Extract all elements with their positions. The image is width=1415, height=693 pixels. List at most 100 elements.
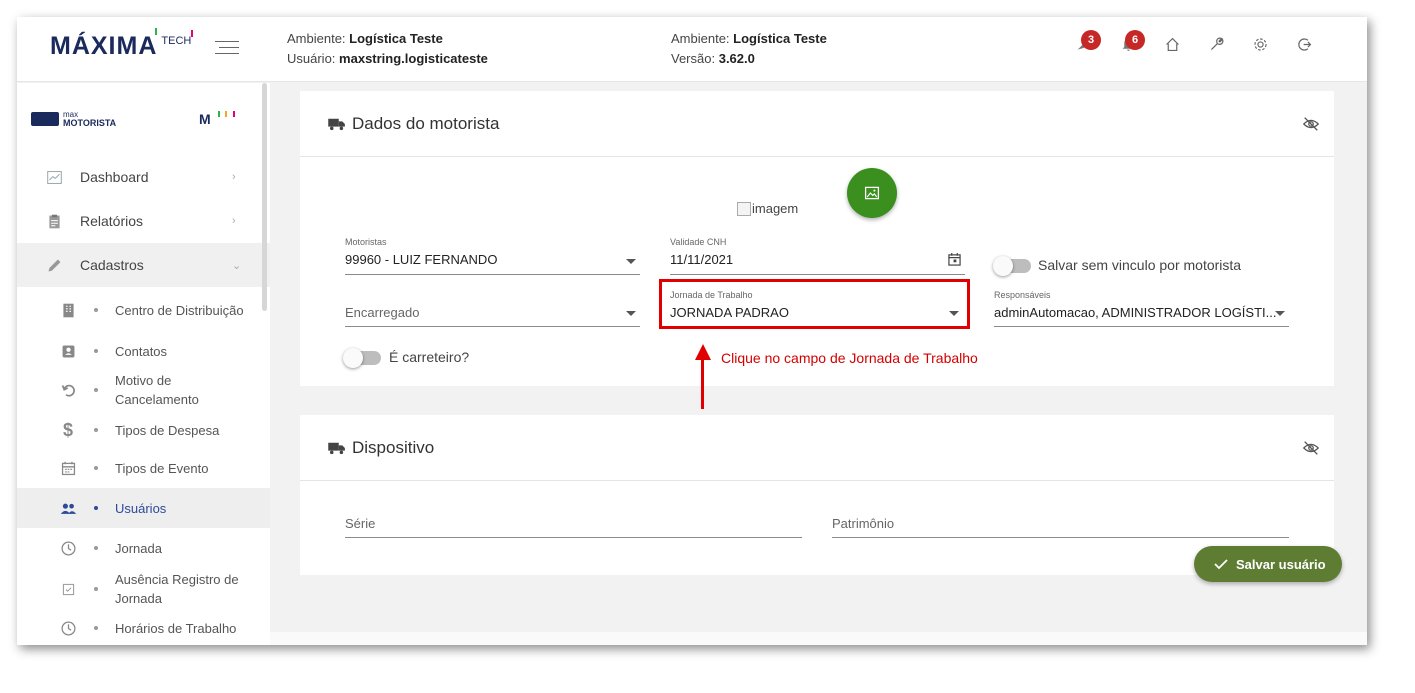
top-icons: 3 6 [1073,30,1315,57]
pencil-icon [45,256,63,274]
gear-icon[interactable] [1249,31,1271,57]
sidebar-m-logo: M [199,111,236,127]
logo-bar-pink [191,30,194,37]
annotation-highlight-box [659,279,970,329]
contact-icon [59,342,77,360]
sidebar-subitem-label: Usuários [115,500,167,516]
image-icon [864,186,880,200]
logo-tech-label: TECH [161,35,192,47]
driver-card-header: Dados do motorista [300,91,1334,157]
top-bar: MÁXIMA TECH Ambiente: Logística Teste Us… [17,17,1367,82]
bell-icon[interactable]: 6 [1117,30,1145,57]
ambiente-value: Logística Teste [349,31,443,46]
bullet-dot [94,466,98,470]
logout-icon[interactable] [1293,31,1315,57]
clock-icon [59,619,77,637]
driver-card-title: Dados do motorista [352,114,500,133]
sidebar-subitem-horarios-trabalho[interactable]: Horários de Trabalho [17,611,270,645]
encarregado-select[interactable]: Encarregado [345,305,419,320]
dropdown-caret-icon[interactable] [626,311,636,316]
users-icon [59,499,77,517]
save-user-label: Salvar usuário [1236,556,1326,572]
max-motorista-logo: max MOTORISTA [31,110,116,128]
motoristas-select[interactable]: 99960 - LUIZ FERNANDO [345,252,497,267]
brand-text: max MOTORISTA [63,110,116,128]
clock-icon [59,539,77,557]
serie-input[interactable]: Série [345,516,375,531]
bullet-dot [94,388,98,392]
sidebar-item-label: Cadastros [80,257,144,273]
sidebar-subitem-centro-distribuicao[interactable]: Centro de Distribuição [17,289,270,331]
home-icon[interactable] [1161,31,1183,57]
sidebar-item-dashboard[interactable]: Dashboard › [17,155,270,199]
ambiente-line: Ambiente: Logística Teste [671,29,827,49]
wrench-icon[interactable] [1205,31,1227,57]
sidebar-subitem-tipos-despesa[interactable]: $ Tipos de Despesa [17,413,270,447]
logo-text: MÁXIMA [50,32,158,60]
sidebar: max MOTORISTA M Dashboard › Relatórios › [17,83,270,645]
salvar-sem-vinculo-toggle[interactable] [993,256,1031,276]
environment-info-left: Ambiente: Logística Teste Usuário: maxst… [287,29,488,69]
sidebar-scrollbar[interactable] [262,83,267,311]
patrimonio-input[interactable]: Patrimônio [832,516,894,531]
notification-badge: 6 [1125,30,1145,50]
sidebar-subitem-usuarios[interactable]: Usuários [17,488,270,528]
bullet-dot [94,308,98,312]
sidebar-item-cadastros[interactable]: Cadastros ⌄ [17,243,270,287]
dollar-icon: $ [62,419,73,440]
sidebar-subitem-tipos-evento[interactable]: Tipos de Evento [17,451,270,485]
sidebar-item-label: Relatórios [80,213,144,229]
eye-off-icon[interactable] [1302,439,1320,457]
usuario-line: Usuário: maxstring.logisticateste [287,49,488,69]
ambiente-line: Ambiente: Logística Teste [287,29,488,49]
carreteiro-label: É carreteiro? [389,349,470,365]
carreteiro-toggle[interactable] [343,348,381,368]
menu-toggle-icon[interactable] [215,41,239,59]
chevron-right-icon: › [232,215,236,227]
photo-upload-button[interactable] [847,168,897,218]
ambiente-label: Ambiente: [287,31,346,46]
driver-photo: imagem [737,201,798,216]
annotation-text: Clique no campo de Jornada de Trabalho [721,350,978,366]
sidebar-subitem-label: Tipos de Despesa [115,422,220,438]
environment-info-right: Ambiente: Logística Teste Versão: 3.62.0 [671,29,827,69]
bullet-dot [94,428,98,432]
save-user-button[interactable]: Salvar usuário [1194,546,1342,582]
field-underline [832,537,1289,538]
dropdown-caret-icon[interactable] [1275,311,1285,316]
field-underline [994,326,1289,327]
crow-icon[interactable]: 3 [1073,30,1101,57]
sidebar-subitem-motivo-cancelamento[interactable]: Motivo de Cancelamento [17,369,270,411]
sidebar-subitem-label: Jornada [115,540,162,556]
chart-icon [45,168,63,186]
field-underline [345,326,640,327]
logo-bar-pink [233,111,236,117]
eye-off-icon[interactable] [1302,115,1320,133]
sidebar-subitem-label: Tipos de Evento [115,460,209,476]
bullet-dot [94,506,98,510]
sidebar-subitem-contatos[interactable]: Contatos [17,335,270,367]
sidebar-subitem-jornada[interactable]: Jornada [17,531,270,565]
chevron-down-icon: ⌄ [232,259,242,272]
motoristas-label: Motoristas [345,237,387,247]
sidebar-subitem-ausencia-registro[interactable]: Ausência Registro de Jornada [17,568,270,610]
bullet-dot [94,626,98,630]
sidebar-item-relatorios[interactable]: Relatórios › [17,199,270,243]
dropdown-caret-icon[interactable] [626,259,636,264]
building-icon [59,301,77,319]
app-window: MÁXIMA TECH Ambiente: Logística Teste Us… [17,17,1367,645]
responsaveis-select[interactable]: adminAutomacao, ADMINISTRADOR LOGÍSTI... [994,305,1276,320]
maxima-tech-logo: MÁXIMA TECH [50,28,194,61]
bullet-dot [94,349,98,353]
cnh-date-input[interactable]: 11/11/2021 [670,252,733,267]
logo-bar-green [155,28,158,35]
image-alt-text: imagem [752,201,799,216]
calendar-icon[interactable] [948,253,961,266]
responsaveis-label: Responsáveis [994,290,1051,300]
truck-logo-icon [31,112,59,126]
versao-line: Versão: 3.62.0 [671,49,827,69]
annotation-arrow-shaft [701,359,704,409]
menu-line [215,41,239,42]
driver-card: Dados do motorista imagem Motoristas 999… [300,91,1334,386]
check-icon [1214,559,1228,570]
